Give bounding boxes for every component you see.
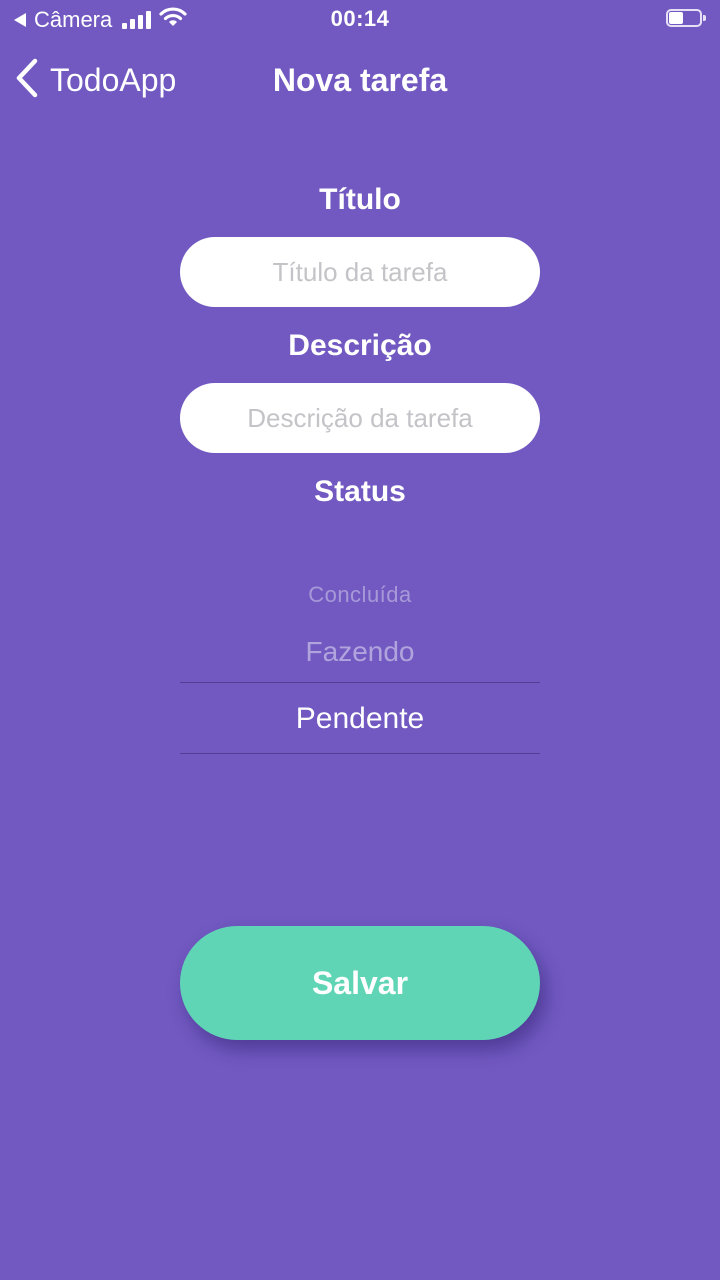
title-input[interactable] <box>180 237 540 307</box>
battery-level <box>669 12 683 24</box>
picker-option-fazendo[interactable]: Fazendo <box>180 636 540 668</box>
status-time: 00:14 <box>330 6 390 31</box>
status-bar: Câmera 00:14 <box>0 0 720 40</box>
picker-selection-bottom-line <box>180 753 540 754</box>
description-label: Descrição <box>288 329 432 362</box>
picker-option-concluida[interactable]: Concluída <box>180 582 540 608</box>
save-button[interactable]: Salvar <box>180 926 540 1040</box>
navigation-bar: TodoApp Nova tarefa <box>0 44 720 120</box>
picker-option-pendente-selected[interactable]: Pendente <box>180 702 540 736</box>
battery-cap <box>703 15 706 21</box>
title-label: Título <box>319 183 401 216</box>
page-title: Nova tarefa <box>272 62 448 98</box>
battery-icon <box>666 9 706 29</box>
status-label: Status <box>314 475 406 508</box>
new-task-form: Título Descrição Status <box>180 180 540 512</box>
picker-selection-top-line <box>180 682 540 683</box>
status-picker[interactable]: Concluída Fazendo Pendente <box>180 560 540 760</box>
description-input[interactable] <box>180 383 540 453</box>
